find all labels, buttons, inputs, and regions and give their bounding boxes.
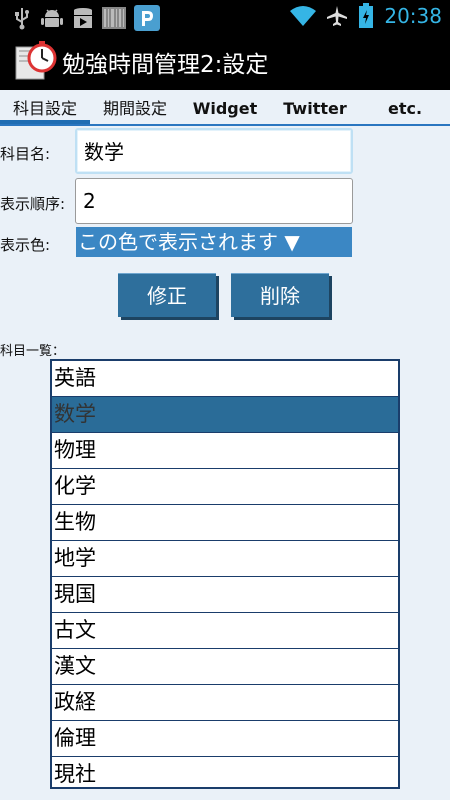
tab-etc[interactable]: etc. xyxy=(360,90,450,124)
display-color-select[interactable]: この色で表示されます ▼ xyxy=(76,227,352,257)
list-item[interactable]: 化学 xyxy=(52,469,398,505)
list-item[interactable]: 生物 xyxy=(52,505,398,541)
modify-button[interactable]: 修正 xyxy=(118,273,216,317)
clock: 20:38 xyxy=(384,4,442,28)
p-app-icon xyxy=(134,5,160,31)
tab-bar: 科目設定 期間設定 Widget Twitter etc. xyxy=(0,90,450,126)
tab-period-settings[interactable]: 期間設定 xyxy=(90,90,180,124)
action-bar: 勉強時間管理2:設定 xyxy=(0,34,450,90)
display-order-input[interactable]: 2 xyxy=(75,178,353,224)
display-order-label: 表示順序: xyxy=(0,195,66,213)
page-title: 勉強時間管理2:設定 xyxy=(62,52,269,78)
android-debug-icon xyxy=(41,9,63,27)
wifi-icon xyxy=(290,6,317,26)
list-item[interactable]: 物理 xyxy=(52,433,398,469)
display-color-label: 表示色: xyxy=(0,236,51,254)
tab-subject-settings[interactable]: 科目設定 xyxy=(0,90,90,124)
list-item[interactable]: 現社 xyxy=(52,757,398,787)
list-item[interactable]: 英語 xyxy=(52,361,398,397)
tab-twitter[interactable]: Twitter xyxy=(270,90,360,124)
subject-name-label: 科目名: xyxy=(0,145,51,163)
usb-icon xyxy=(15,8,29,30)
barcode-icon xyxy=(102,7,126,29)
notification-icons xyxy=(12,5,160,31)
subject-list-label: 科目一覧： xyxy=(0,344,66,359)
delete-button[interactable]: 削除 xyxy=(231,273,329,317)
list-item-selected[interactable]: 数学 xyxy=(52,397,398,433)
list-item[interactable]: 古文 xyxy=(52,613,398,649)
subject-name-input[interactable]: 数学 xyxy=(75,128,353,174)
list-item[interactable]: 現国 xyxy=(52,577,398,613)
list-item[interactable]: 倫理 xyxy=(52,721,398,757)
tab-widget[interactable]: Widget xyxy=(180,90,270,124)
status-bar: 20:38 xyxy=(0,0,450,34)
subject-list[interactable]: 英語 数学 物理 化学 生物 地学 現国 古文 漢文 政経 倫理 現社 xyxy=(50,359,400,789)
airplane-icon xyxy=(327,6,348,26)
list-item[interactable]: 政経 xyxy=(52,685,398,721)
stopwatch-book-icon[interactable] xyxy=(14,39,58,83)
battery-icon xyxy=(359,3,374,28)
list-item[interactable]: 漢文 xyxy=(52,649,398,685)
play-store-icon xyxy=(74,8,92,28)
system-icons: 20:38 xyxy=(290,3,442,29)
list-item[interactable]: 地学 xyxy=(52,541,398,577)
